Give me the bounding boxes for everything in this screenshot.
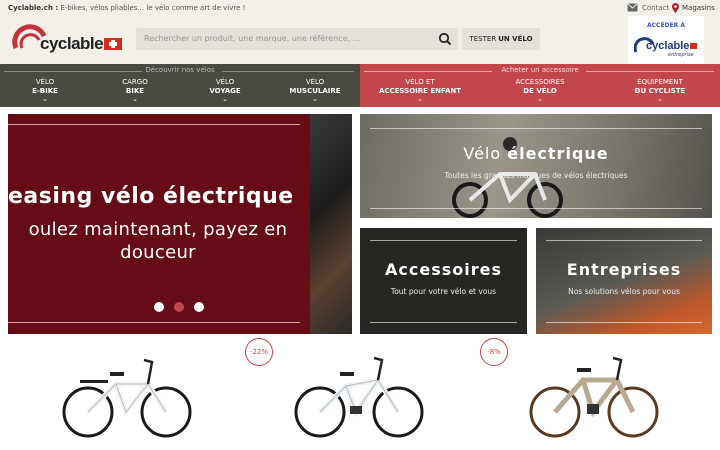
nav-item-enfant[interactable]: VÉLO ET ACCESSOIRE ENFANT ⌄ <box>360 78 480 103</box>
search-bar[interactable]: Rechercher un produit, une marque, une r… <box>136 28 458 50</box>
tile-accessoires[interactable]: Accessoires Tout pour votre vélo et vous <box>360 228 527 334</box>
logo[interactable]: cyclable <box>12 22 122 54</box>
nav-item-ebike[interactable]: VÉLO E-BIKE ⌄ <box>0 78 90 103</box>
chevron-down-icon: ⌄ <box>42 95 48 103</box>
hero-title: easing vélo électrique <box>8 184 294 209</box>
nav-item-top: VÉLO ET <box>405 78 435 86</box>
business-logo-text: cyclable <box>646 40 690 52</box>
discount-badge: -22% <box>245 338 273 366</box>
contact-label: Contact <box>642 3 670 12</box>
tile-velo-title: Vélo électrique <box>360 144 712 163</box>
hero-carousel[interactable]: easing vélo électrique oulez maintenant,… <box>8 114 352 334</box>
chevron-down-icon: ⌄ <box>417 95 423 103</box>
tile-divider <box>546 240 702 241</box>
nav-item-top: ACCESSOIRES <box>515 78 565 86</box>
test-bike-button[interactable]: TESTER UN VÉLO <box>462 28 540 50</box>
nav-item-top: ÉQUIPEMENT <box>637 78 683 86</box>
product-image-bike[interactable] <box>525 354 665 440</box>
tile-velo-title-a: Vélo <box>463 144 508 163</box>
tagline: Cyclable.ch : E-bikes, vélos pliables...… <box>8 4 245 12</box>
swiss-flag-icon <box>104 38 122 50</box>
main-nav: Découvrir nos vélos VÉLO E-BIKE ⌄ CARGO BIK… <box>0 64 720 107</box>
nav-item-voyage[interactable]: VÉLO VOYAGE ⌄ <box>180 78 270 103</box>
product-image-bike[interactable] <box>58 354 198 440</box>
nav-accessories: Acheter un accessoire VÉLO ET ACCESSOIRE … <box>360 64 720 107</box>
tile-velo-title-b: électrique <box>507 144 609 163</box>
test-bike-bold: UN VÉLO <box>498 35 533 43</box>
carousel-dot[interactable] <box>194 302 204 312</box>
hero-subtitle: oulez maintenant, payez en douceur <box>8 218 308 264</box>
hero-divider <box>8 322 300 323</box>
test-bike-prefix: TESTER <box>469 35 497 43</box>
tile-acc-title: Accessoires <box>385 260 502 279</box>
nav-item-cargo[interactable]: CARGO BIKE ⌄ <box>90 78 180 103</box>
nav-accessories-header-label: Acheter un accessoire <box>501 66 579 74</box>
nav-bikes: Découvrir nos vélos VÉLO E-BIKE ⌄ CARGO BIK… <box>0 64 360 107</box>
business-logo: cyclable entreprise <box>634 36 698 60</box>
chevron-down-icon: ⌄ <box>657 95 663 103</box>
nav-bikes-header-label: Découvrir nos vélos <box>145 66 215 74</box>
tile-ent-sub: Nos solutions vélos pour vous <box>568 287 680 296</box>
nav-bikes-header: Découvrir nos vélos <box>0 66 360 74</box>
tile-velo-sub: Toutes les grandes marques de vélos élec… <box>444 171 628 180</box>
chevron-down-icon: ⌄ <box>537 95 543 103</box>
tile-velo-electrique[interactable]: Vélo électrique Toutes les grandes marqu… <box>360 114 712 218</box>
carousel-dots <box>154 302 204 312</box>
tile-divider <box>370 240 517 241</box>
business-access[interactable]: ACCÉDER À cyclable entreprise <box>628 16 704 64</box>
business-swiss-icon <box>690 43 697 49</box>
hero-photo <box>310 114 352 334</box>
nav-item-top: VÉLO <box>305 78 325 86</box>
tile-entreprises[interactable]: Entreprises Nos solutions vélos pour vou… <box>536 228 712 334</box>
hero-subtitle-line2: douceur <box>120 242 196 263</box>
nav-item-equipement[interactable]: ÉQUIPEMENT DU CYCLISTE ⌄ <box>600 78 720 103</box>
logo-text: cyclable <box>40 34 104 53</box>
nav-item-top: VÉLO <box>215 78 235 86</box>
tagline-text: E-bikes, vélos pliables... le vélo comme… <box>58 4 246 12</box>
chevron-down-icon: ⌄ <box>312 95 318 103</box>
tile-divider <box>370 128 702 129</box>
search-placeholder: Rechercher un produit, une marque, une r… <box>144 34 361 43</box>
tile-acc-sub: Tout pour votre vélo et vous <box>390 287 497 296</box>
tile-divider <box>370 322 517 323</box>
tile-divider <box>370 208 702 209</box>
tagline-brand: Cyclable.ch : <box>8 4 59 12</box>
nav-accessories-header: Acheter un accessoire <box>360 66 720 74</box>
map-pin-icon <box>672 3 679 13</box>
stores-link[interactable]: Magasins <box>672 3 715 13</box>
tile-ent-title: Entreprises <box>566 260 682 279</box>
nav-item-accessoires[interactable]: ACCESSOIRES DE VÉLO ⌄ <box>480 78 600 103</box>
hero-divider <box>8 124 300 125</box>
carousel-dot[interactable] <box>154 302 164 312</box>
mail-icon <box>627 3 638 12</box>
nav-item-musculaire[interactable]: VÉLO MUSCULAIRE ⌄ <box>270 78 360 103</box>
nav-item-top: CARGO <box>122 78 148 86</box>
stores-label: Magasins <box>682 4 715 12</box>
discount-badge: -8% <box>480 338 508 366</box>
top-bar: Cyclable.ch : E-bikes, vélos pliables...… <box>0 0 720 16</box>
carousel-dot-active[interactable] <box>174 302 184 312</box>
business-access-label: ACCÉDER À <box>647 22 685 29</box>
chevron-down-icon: ⌄ <box>222 95 228 103</box>
header: cyclable Rechercher un produit, une marq… <box>0 16 720 64</box>
business-logo-sub: entreprise <box>668 52 694 58</box>
search-icon[interactable] <box>438 32 452 46</box>
product-image-bike[interactable] <box>290 354 430 440</box>
hero-subtitle-line1: oulez maintenant, payez en <box>28 219 288 240</box>
chevron-down-icon: ⌄ <box>132 95 138 103</box>
tile-divider <box>546 322 702 323</box>
nav-item-top: VÉLO <box>35 78 55 86</box>
contact-link[interactable]: Contact <box>627 3 669 12</box>
